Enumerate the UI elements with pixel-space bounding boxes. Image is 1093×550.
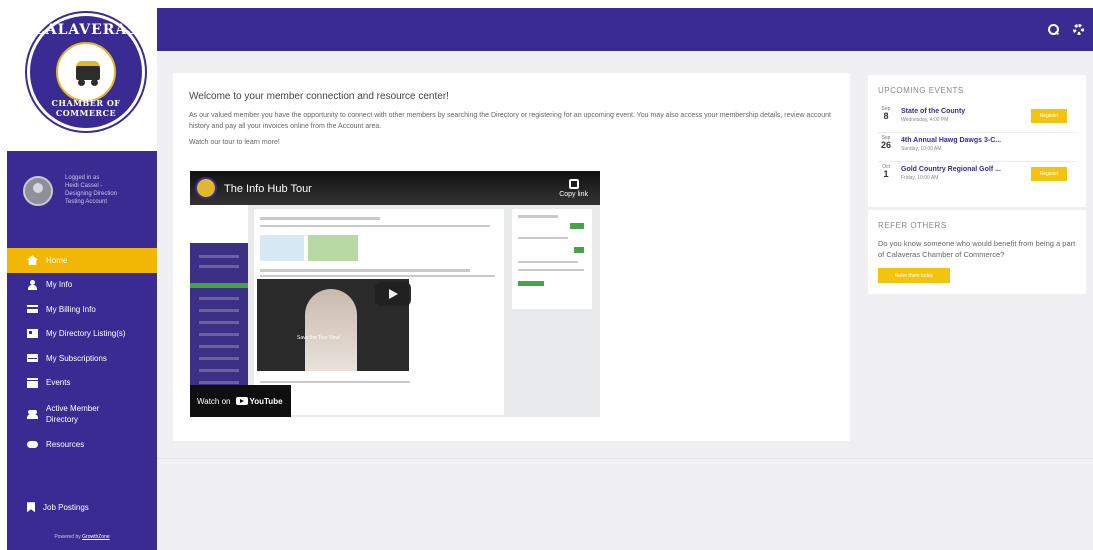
gear-icon[interactable]	[1073, 24, 1084, 35]
sidebar-item-label: Events	[46, 378, 71, 388]
refer-others-card: REFER OTHERS Do you know someone who wou…	[868, 210, 1086, 294]
event-time: Wednesday, 4:00 PM	[901, 117, 949, 123]
event-name[interactable]: Gold Country Regional Golf ...	[901, 166, 1001, 173]
event-day: 8	[883, 111, 889, 121]
refer-others-text: Do you know someone who would benefit fr…	[878, 239, 1076, 259]
welcome-text: As our valued member you have the opport…	[189, 112, 831, 130]
youtube-logo: YouTube	[235, 396, 283, 406]
video-header: The Info Hub Tour Copy link	[190, 171, 600, 205]
copy-icon	[568, 179, 579, 189]
welcome-card: Welcome to your member connection and re…	[173, 73, 850, 441]
sidebar-item-my-info[interactable]: My Info	[7, 273, 157, 298]
refer-others-title: REFER OTHERS	[878, 221, 947, 230]
sidebar-nav: Home My Info My Billing Info My Director…	[7, 248, 165, 457]
video-player[interactable]: Save the Tour Now! The Info Hub Tour Cop…	[190, 171, 600, 417]
video-title[interactable]: The Info Hub Tour	[224, 183, 312, 195]
job-postings-link[interactable]: Job Postings	[7, 495, 157, 520]
chamber-logo[interactable]: CALAVERAS CHAMBER OF COMMERCE	[27, 13, 145, 131]
sidebar-item-subscriptions[interactable]: My Subscriptions	[7, 346, 157, 371]
top-bar	[157, 8, 1093, 51]
youtube-play-icon	[235, 397, 248, 405]
avatar[interactable]	[23, 176, 53, 206]
channel-avatar[interactable]	[195, 177, 217, 199]
event-name[interactable]: State of the County	[901, 108, 965, 115]
register-button[interactable]: Register	[1031, 109, 1067, 123]
powered-by-label: Powered by	[54, 534, 81, 540]
sidebar-item-events[interactable]: Events	[7, 371, 157, 396]
upcoming-events-card: UPCOMING EVENTS Sep 8 State of the Count…	[868, 75, 1086, 207]
powered-by: Powered by GrowthZone	[7, 534, 157, 540]
copy-link-button[interactable]: Copy link	[559, 179, 588, 198]
upcoming-events-title: UPCOMING EVENTS	[878, 86, 964, 95]
sidebar: CALAVERAS CHAMBER OF COMMERCE Logged in …	[7, 8, 165, 550]
sidebar-item-job-postings[interactable]: Job Postings	[7, 495, 157, 520]
sidebar-item-label: Active Member Directory	[46, 403, 100, 424]
logo-text-bottom: CHAMBER OF COMMERCE	[51, 98, 121, 118]
event-day: 1	[883, 169, 889, 179]
cloud-icon	[27, 440, 38, 448]
sidebar-item-label: My Billing Info	[46, 304, 96, 314]
logo-area: CALAVERAS CHAMBER OF COMMERCE	[7, 8, 157, 151]
register-button[interactable]: Register	[1031, 167, 1067, 181]
event-time: Sunday, 10:00 AM	[901, 146, 942, 152]
sidebar-item-label: My Info	[46, 280, 73, 290]
event-date: Sep 8	[880, 106, 892, 121]
mine-cart-icon	[56, 42, 116, 102]
tour-prompt: Watch our tour to learn more!	[189, 139, 280, 146]
welcome-title: Welcome to your member connection and re…	[189, 91, 449, 102]
user-icon	[27, 279, 38, 290]
event-item[interactable]: Oct 1 Gold Country Regional Golf ... Fri…	[877, 164, 1077, 191]
refer-button[interactable]: Refer them today	[878, 268, 950, 283]
inner-video-caption: Save the Tour Now!	[297, 335, 341, 341]
event-item[interactable]: Sep 8 State of the County Wednesday, 4:0…	[877, 106, 1077, 133]
main-content: Welcome to your member connection and re…	[157, 51, 1093, 550]
user-profile: Logged in as Heidi Cassel - Designing Di…	[7, 158, 157, 238]
sidebar-item-label: Job Postings	[43, 502, 89, 512]
logo-text-top: CALAVERAS	[33, 22, 139, 38]
event-day: 26	[880, 140, 891, 150]
sidebar-item-member-directory[interactable]: Active Member Directory	[7, 395, 157, 432]
search-icon[interactable]	[1048, 24, 1059, 35]
sidebar-item-directory-listings[interactable]: My Directory Listing(s)	[7, 322, 157, 347]
sidebar-item-resources[interactable]: Resources	[7, 432, 157, 457]
copy-link-label: Copy link	[559, 191, 588, 198]
youtube-label: YouTube	[249, 396, 283, 406]
growthzone-link[interactable]: GrowthZone	[82, 534, 110, 540]
event-item[interactable]: Sep 26 4th Annual Hawg Dawgs 3-C... Sund…	[877, 135, 1077, 162]
watch-on-youtube-button[interactable]: Watch on YouTube	[190, 385, 291, 417]
thumbnail-right-panel	[512, 209, 592, 309]
event-date: Oct 1	[880, 164, 892, 179]
sidebar-item-billing[interactable]: My Billing Info	[7, 297, 157, 322]
sidebar-item-label: My Directory Listing(s)	[46, 329, 126, 339]
home-icon	[27, 255, 38, 266]
group-icon	[27, 409, 38, 419]
event-time: Friday, 10:00 AM	[901, 175, 939, 181]
footer-divider	[157, 458, 1093, 459]
user-name: Heidi Cassel -	[65, 183, 103, 189]
credit-card-icon	[27, 305, 38, 314]
event-date: Sep 26	[880, 135, 892, 150]
envelope-icon	[27, 354, 38, 363]
user-account: Testing Account	[65, 199, 108, 205]
sidebar-item-label: Home	[46, 255, 68, 265]
event-name[interactable]: 4th Annual Hawg Dawgs 3-C...	[901, 137, 1001, 144]
logged-in-label: Logged in as	[65, 175, 100, 181]
sidebar-item-home[interactable]: Home	[7, 248, 165, 273]
bookmark-icon	[27, 502, 35, 513]
watch-on-label: Watch on	[197, 396, 231, 406]
calendar-icon	[27, 377, 38, 388]
sidebar-item-label: My Subscriptions	[46, 353, 107, 363]
sidebar-item-label: Resources	[46, 439, 85, 449]
user-info: Logged in as Heidi Cassel - Designing Di…	[65, 174, 153, 206]
user-org: Designing Direction	[65, 191, 118, 197]
play-button[interactable]	[375, 282, 411, 306]
directory-card-icon	[27, 329, 38, 339]
